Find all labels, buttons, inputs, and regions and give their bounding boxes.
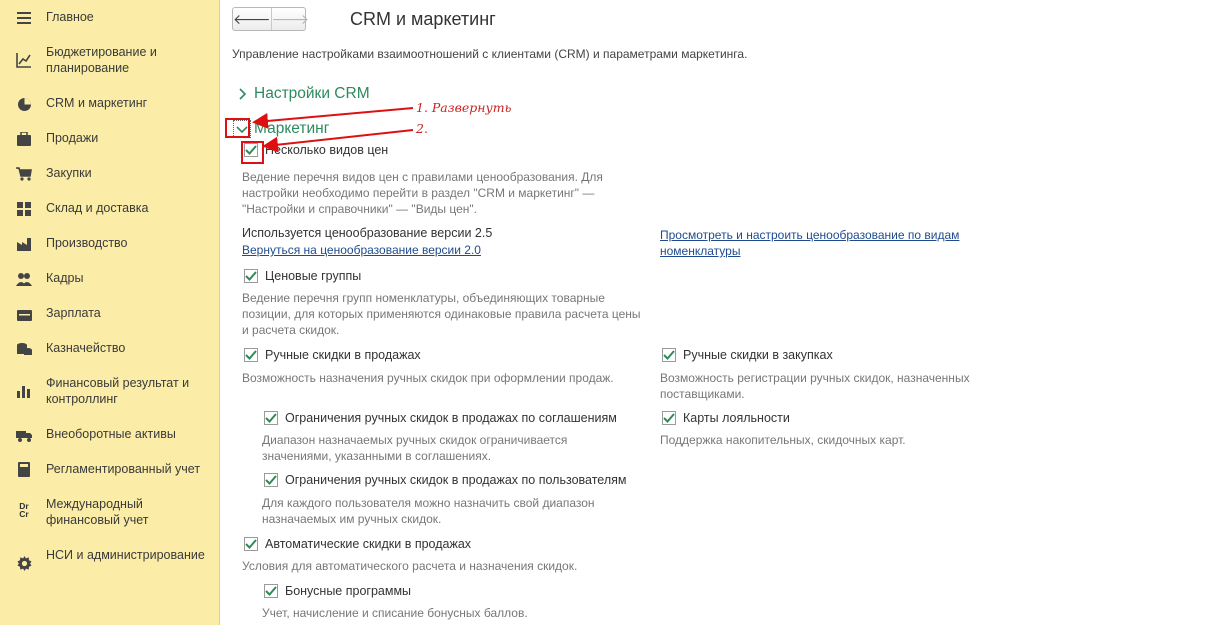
multiple-prices-checkbox[interactable]: Несколько видов цен <box>244 143 388 157</box>
sidebar-item-label: Производство <box>46 236 128 250</box>
chart-trend-icon <box>16 52 32 68</box>
sidebar-item-payroll[interactable]: Зарплата <box>0 305 219 323</box>
chevron-right-icon <box>234 86 250 102</box>
sidebar-item-regulated-accounting[interactable]: Регламентированный учет <box>0 461 219 479</box>
arrow-left-icon: 🡐 <box>233 10 271 27</box>
limit-by-agreements-description: Диапазон назначаемых ручных скидок огран… <box>262 433 568 463</box>
price-groups-checkbox[interactable]: Ценовые группы <box>244 269 361 283</box>
sidebar-item-label: Продажи <box>46 131 99 145</box>
gear-icon <box>16 555 32 571</box>
sidebar-item-label: CRM и маркетинг <box>46 96 148 110</box>
checkmark-icon <box>662 348 676 362</box>
section-title: Настройки CRM <box>254 85 370 102</box>
checkmark-icon <box>264 584 278 598</box>
cart-icon <box>16 166 32 182</box>
auto-discounts-checkbox[interactable]: Автоматические скидки в продажах <box>244 537 471 551</box>
sidebar-item-label: Бюджетирование и планирование <box>46 45 157 75</box>
limit-by-agreements-checkbox[interactable]: Ограничения ручных скидок в продажах по … <box>264 411 617 425</box>
sidebar-item-main[interactable]: Главное <box>0 9 219 27</box>
sidebar-item-production[interactable]: Производство <box>0 235 219 253</box>
auto-discounts-description: Условия для автоматического расчета и на… <box>242 559 578 573</box>
manual-discounts-purchases-checkbox[interactable]: Ручные скидки в закупках <box>662 348 833 362</box>
sidebar-item-purchases[interactable]: Закупки <box>0 165 219 183</box>
briefcase-icon <box>16 131 32 147</box>
checkmark-icon <box>264 473 278 487</box>
limit-by-users-checkbox[interactable]: Ограничения ручных скидок в продажах по … <box>264 473 626 487</box>
bonus-programs-checkbox[interactable]: Бонусные программы <box>264 584 411 598</box>
factory-icon <box>16 236 32 252</box>
checkmark-icon <box>244 269 258 283</box>
history-nav: 🡐 🡒 <box>232 7 309 31</box>
annotation-highlight-checkbox <box>241 141 264 164</box>
revert-pricing-link[interactable]: Вернуться на ценообразование версии 2.0 <box>242 242 481 258</box>
checkmark-icon <box>264 411 278 425</box>
dr-cr-icon: Dr Cr <box>19 501 29 519</box>
sidebar-item-label: Регламентированный учет <box>46 462 201 476</box>
sidebar-item-label: Внеоборотные активы <box>46 427 176 441</box>
checkmark-icon <box>662 411 676 425</box>
calculator-icon <box>16 461 32 477</box>
warehouse-grid-icon <box>16 201 32 217</box>
sidebar-item-hr[interactable]: Кадры <box>0 270 219 288</box>
pricing-version-text: Используется ценообразование версии 2.5 <box>242 226 493 240</box>
sidebar-item-label: НСИ и администрирование <box>46 548 205 562</box>
annotation-step-2: 2. <box>416 121 428 136</box>
bonus-programs-description: Учет, начисление и списание бонусных бал… <box>262 606 528 620</box>
sidebar-item-label: Казначейство <box>46 341 126 355</box>
manual-discounts-sales-description: Возможность назначения ручных скидок при… <box>242 371 614 385</box>
section-title: Маркетинг <box>254 120 330 137</box>
sidebar-item-crm[interactable]: CRM и маркетинг <box>0 95 219 113</box>
sidebar-item-label: Кадры <box>46 271 84 285</box>
truck-icon <box>16 428 32 444</box>
sidebar-item-ifrs[interactable]: Dr Cr Международный финансовый учет <box>0 496 219 530</box>
multiple-prices-description: Ведение перечня видов цен с правилами це… <box>242 170 603 216</box>
sidebar-item-label: Склад и доставка <box>46 201 149 215</box>
sidebar: Главное Бюджетирование и планирование CR… <box>0 0 220 625</box>
main-content: 🡐 🡒 CRM и маркетинг Управление настройка… <box>220 0 1219 625</box>
manual-discounts-purchases-description: Возможность регистрации ручных скидок, н… <box>660 371 970 401</box>
checkmark-icon <box>244 537 258 551</box>
bar-chart-icon <box>16 383 32 399</box>
sidebar-item-financial-result[interactable]: Финансовый результат и контроллинг <box>0 375 219 409</box>
sidebar-item-label: Зарплата <box>46 306 101 320</box>
sidebar-item-label: Закупки <box>46 166 92 180</box>
sidebar-item-label: Финансовый результат и контроллинг <box>46 376 190 406</box>
manual-discounts-sales-checkbox[interactable]: Ручные скидки в продажах <box>244 348 421 362</box>
sidebar-item-admin[interactable]: НСИ и администрирование <box>0 547 219 581</box>
pie-chart-icon <box>16 96 32 112</box>
sidebar-item-budgeting[interactable]: Бюджетирование и планирование <box>0 44 219 78</box>
money-icon <box>16 307 32 323</box>
loyalty-cards-checkbox[interactable]: Карты лояльности <box>662 411 790 425</box>
forward-button[interactable]: 🡒 <box>270 8 310 30</box>
sidebar-item-label: Главное <box>46 10 94 24</box>
arrow-right-icon: 🡒 <box>271 10 310 27</box>
loyalty-cards-description: Поддержка накопительных, скидочных карт. <box>660 433 906 447</box>
page-description: Управление настройками взаимоотношений с… <box>232 47 748 61</box>
configure-pricing-link[interactable]: Просмотреть и настроить ценообразование … <box>660 227 1000 259</box>
limit-by-users-description: Для каждого пользователя можно назначить… <box>262 496 595 526</box>
annotation-step-1: 1. Развернуть <box>416 100 512 115</box>
sidebar-item-warehouse[interactable]: Склад и доставка <box>0 200 219 218</box>
checkmark-icon <box>244 348 258 362</box>
menu-icon <box>16 10 32 26</box>
page-title: CRM и маркетинг <box>350 9 496 29</box>
sidebar-item-treasury[interactable]: Казначейство <box>0 340 219 358</box>
back-button[interactable]: 🡐 <box>233 8 271 30</box>
annotation-highlight-expand <box>225 118 250 138</box>
coins-icon <box>16 341 32 357</box>
section-crm-settings[interactable]: Настройки CRM <box>234 85 370 103</box>
sidebar-item-sales[interactable]: Продажи <box>0 130 219 148</box>
sidebar-item-label: Международный финансовый учет <box>46 497 149 527</box>
people-icon <box>16 271 32 287</box>
price-groups-description: Ведение перечня групп номенклатуры, объе… <box>242 291 641 337</box>
sidebar-item-fixed-assets[interactable]: Внеоборотные активы <box>0 426 219 444</box>
